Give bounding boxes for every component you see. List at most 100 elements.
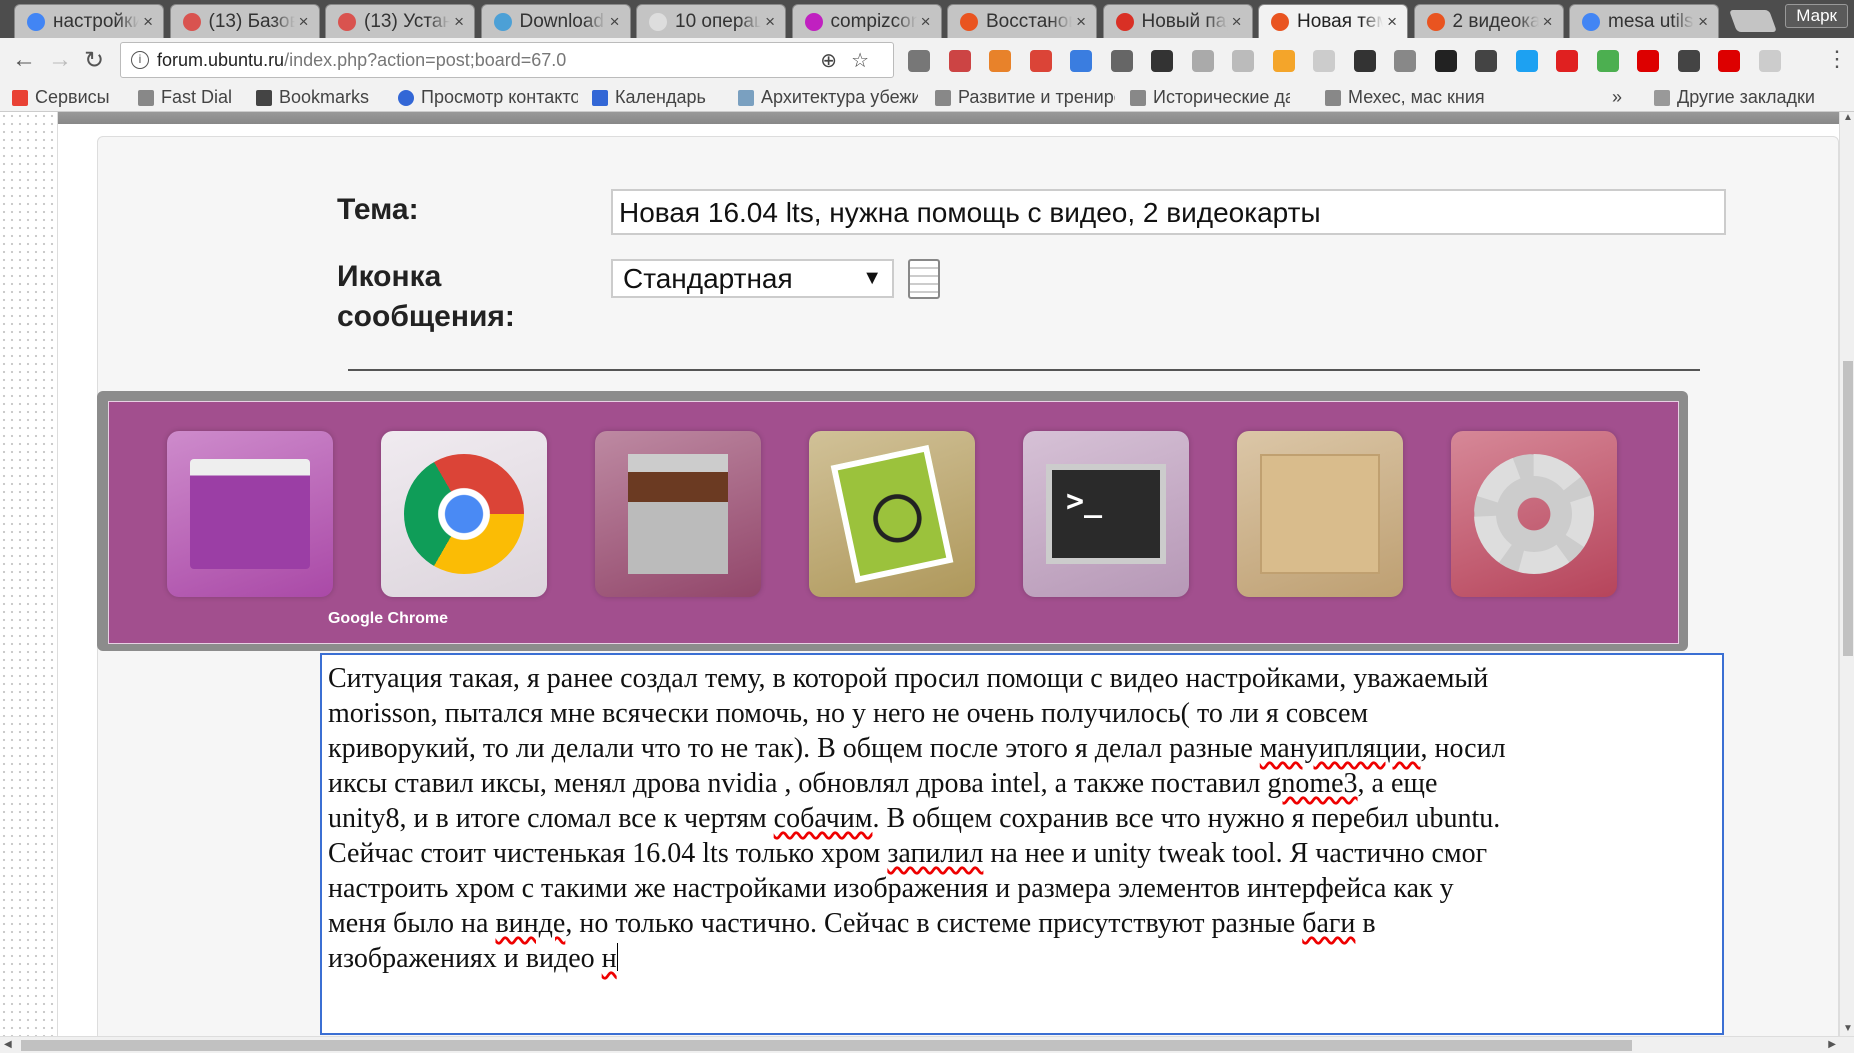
vertical-scrollbar[interactable]: ▲ ▼ bbox=[1839, 112, 1854, 1036]
app-terminal[interactable]: >_ bbox=[1023, 431, 1189, 597]
close-icon[interactable]: × bbox=[143, 12, 153, 32]
bookmark-item[interactable]: Сервисы bbox=[12, 87, 110, 108]
extension-icon[interactable] bbox=[1677, 50, 1700, 72]
extension-icon[interactable] bbox=[1313, 50, 1335, 72]
bookmarks-overflow[interactable]: » bbox=[1612, 87, 1622, 108]
close-icon[interactable]: × bbox=[454, 12, 464, 32]
tab-7[interactable]: Новый пароль× bbox=[1102, 4, 1253, 38]
extension-icon[interactable] bbox=[1070, 50, 1092, 72]
bookmark-label: Просмотр контактов bbox=[421, 87, 578, 107]
extension-icon[interactable] bbox=[1353, 50, 1376, 72]
tab-6[interactable]: Восстановление× bbox=[947, 4, 1097, 38]
tab-1[interactable]: (13) Базовая× bbox=[169, 4, 320, 38]
extension-icon[interactable] bbox=[1637, 50, 1659, 72]
bookmark-item[interactable]: Fast Dial bbox=[138, 87, 232, 108]
app-software-center[interactable] bbox=[1237, 431, 1403, 597]
tab-title: Восстановление bbox=[986, 10, 1072, 32]
extension-icon[interactable] bbox=[908, 50, 930, 72]
other-bookmarks[interactable]: Другие закладки bbox=[1654, 87, 1815, 108]
forward-icon[interactable]: → bbox=[48, 46, 72, 74]
zoom-icon[interactable]: ⊕ bbox=[820, 50, 851, 72]
close-icon[interactable]: × bbox=[1698, 12, 1708, 32]
close-icon[interactable]: × bbox=[1076, 12, 1086, 32]
extension-icon[interactable] bbox=[1394, 50, 1416, 72]
misspelled-word: баги bbox=[1302, 908, 1356, 939]
menu-icon[interactable]: ⋮ bbox=[1826, 46, 1848, 72]
scroll-left-icon[interactable]: ◀ bbox=[4, 1039, 12, 1050]
extension-icon[interactable] bbox=[1151, 50, 1173, 72]
page-icon bbox=[1130, 89, 1146, 106]
tab-9[interactable]: 2 видеокарты× bbox=[1413, 4, 1564, 38]
app-file-cabinet[interactable] bbox=[595, 431, 761, 597]
back-icon[interactable]: ← bbox=[12, 46, 36, 74]
bookmark-item[interactable]: Мехес, мас кния bbox=[1325, 87, 1485, 108]
extension-icon[interactable] bbox=[1718, 50, 1740, 72]
app-system-settings[interactable] bbox=[1451, 431, 1617, 597]
extension-icon[interactable] bbox=[948, 50, 971, 72]
close-icon[interactable]: × bbox=[1387, 12, 1397, 32]
app-switcher: >_ Google Chrome bbox=[97, 391, 1688, 651]
new-tab-button[interactable] bbox=[1728, 10, 1778, 32]
extension-icon[interactable] bbox=[1191, 50, 1214, 72]
close-icon[interactable]: × bbox=[921, 12, 931, 32]
extension-icon[interactable] bbox=[989, 50, 1011, 72]
tab-8[interactable]: Новая тема× bbox=[1258, 4, 1408, 38]
tab-title: mesa utils bbox=[1608, 10, 1694, 32]
favicon-icon bbox=[1582, 12, 1600, 31]
scroll-down-icon[interactable]: ▼ bbox=[1843, 1023, 1853, 1034]
tab-2[interactable]: (13) Установка× bbox=[325, 4, 475, 38]
text-segment: в bbox=[1355, 908, 1376, 939]
url-host: forum.ubuntu.ru bbox=[157, 49, 285, 70]
horizontal-scrollbar[interactable]: ◀ ▶ bbox=[0, 1036, 1854, 1053]
scroll-right-icon[interactable]: ▶ bbox=[1828, 1039, 1836, 1050]
editor-line: изображениях и видео н bbox=[328, 941, 1716, 976]
extension-icon[interactable] bbox=[1475, 50, 1497, 72]
info-icon[interactable]: i bbox=[131, 51, 149, 69]
message-textarea[interactable]: Ситуация такая, я ранее создал тему, в к… bbox=[320, 653, 1724, 1035]
bookmark-item[interactable]: Bookmarks bbox=[256, 87, 369, 108]
bookmark-item[interactable]: Просмотр контактов bbox=[398, 87, 578, 108]
extension-icon[interactable] bbox=[1272, 50, 1295, 72]
app-google-chrome[interactable] bbox=[381, 431, 547, 597]
tab-4[interactable]: 10 операционных× bbox=[636, 4, 786, 38]
tab-0[interactable]: настройки × bbox=[14, 4, 164, 38]
star-icon bbox=[256, 89, 272, 106]
vertical-scroll-thumb[interactable] bbox=[1843, 361, 1853, 656]
extension-icon[interactable] bbox=[1515, 50, 1538, 72]
bookmark-star-icon[interactable]: ☆ bbox=[851, 50, 883, 72]
bookmark-item[interactable]: Развитие и тренировка bbox=[935, 87, 1115, 108]
text-segment: настроить хром с такими же настройками и… bbox=[328, 873, 1454, 904]
extension-icon[interactable] bbox=[1596, 50, 1619, 72]
profile-button[interactable]: Марк bbox=[1785, 4, 1848, 28]
bookmark-item[interactable]: Календарь bbox=[592, 87, 706, 108]
terminal-icon: >_ bbox=[1046, 464, 1166, 564]
subject-input[interactable]: Новая 16.04 lts, нужна помощь с видео, 2… bbox=[611, 189, 1726, 235]
text-segment: изображениях и видео bbox=[328, 943, 602, 974]
text-segment: криворукий, то ли делали что то не так).… bbox=[328, 733, 1260, 764]
bookmark-item[interactable]: Исторические данные bbox=[1130, 87, 1290, 108]
editor-line: меня было на винде, но только частично. … bbox=[328, 906, 1716, 941]
tab-3[interactable]: Download × bbox=[480, 4, 631, 38]
close-icon[interactable]: × bbox=[1232, 12, 1242, 32]
app-files-app[interactable] bbox=[167, 431, 333, 597]
extension-icon[interactable] bbox=[1232, 50, 1254, 72]
tab-10[interactable]: mesa utils × bbox=[1569, 4, 1719, 38]
extension-icon[interactable] bbox=[1434, 50, 1457, 72]
bookmark-item[interactable]: Архитектура убежищ bbox=[738, 87, 918, 108]
scroll-up-icon[interactable]: ▲ bbox=[1843, 112, 1853, 123]
extension-icon[interactable] bbox=[1110, 50, 1133, 72]
app-image-viewer[interactable] bbox=[809, 431, 975, 597]
reload-icon[interactable]: ↻ bbox=[84, 46, 104, 75]
close-icon[interactable]: × bbox=[765, 12, 775, 32]
address-bar[interactable]: i forum.ubuntu.ru/index.php?action=post;… bbox=[120, 42, 894, 78]
extension-icon[interactable] bbox=[1029, 50, 1052, 72]
editor-line: Сейчас стоит чистенькая 16.04 lts только… bbox=[328, 836, 1716, 871]
close-icon[interactable]: × bbox=[299, 12, 309, 32]
close-icon[interactable]: × bbox=[610, 12, 620, 32]
tab-5[interactable]: compizconfig× bbox=[791, 4, 942, 38]
extension-icon[interactable] bbox=[1556, 50, 1578, 72]
message-icon-select[interactable]: Стандартная ▼ bbox=[611, 259, 894, 298]
close-icon[interactable]: × bbox=[1543, 12, 1553, 32]
extension-icon[interactable] bbox=[1758, 50, 1781, 72]
horizontal-scroll-thumb[interactable] bbox=[21, 1040, 1632, 1051]
